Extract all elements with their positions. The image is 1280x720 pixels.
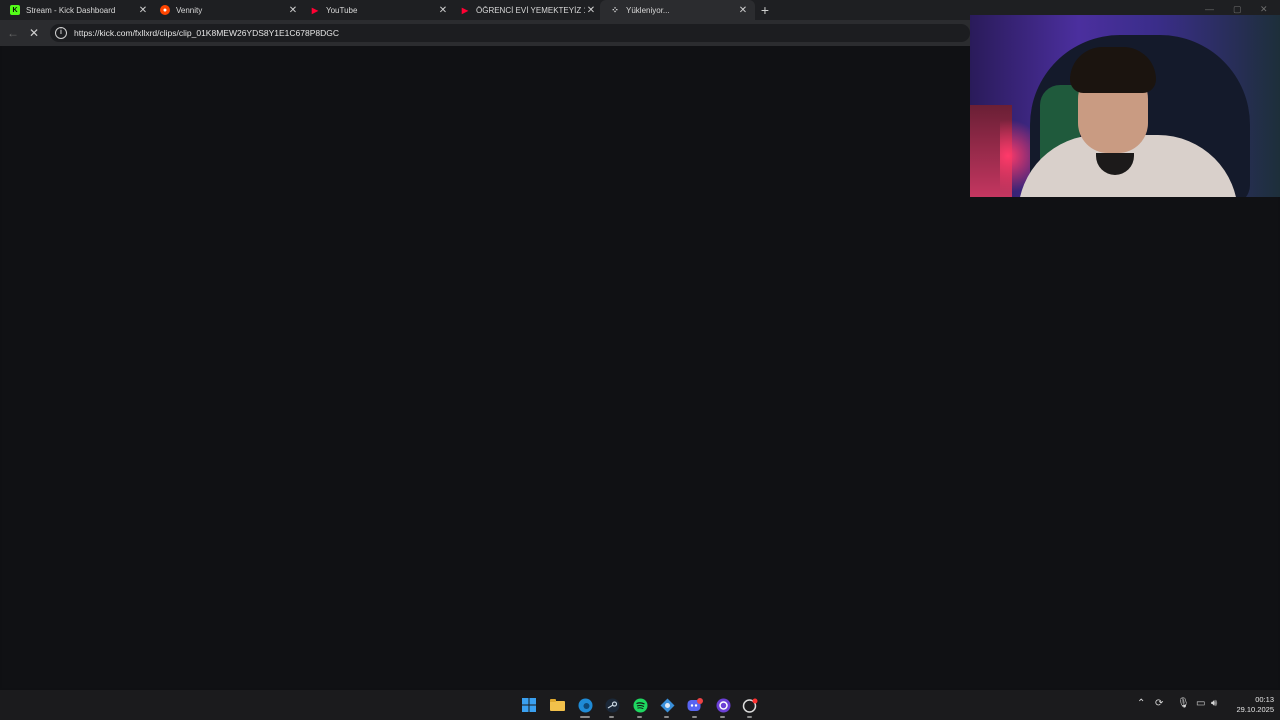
- running-app-indicator: [637, 716, 642, 718]
- active-app-indicator: [580, 716, 590, 718]
- stop-loading-icon[interactable]: ✕: [25, 24, 43, 42]
- close-window-icon[interactable]: ✕: [1260, 4, 1268, 15]
- tab-close-button[interactable]: ✕: [585, 5, 597, 16]
- kick-icon: K: [10, 5, 20, 15]
- youtube-icon: ▶: [311, 5, 319, 15]
- tab-title: Stream - Kick Dashboard: [26, 5, 116, 15]
- webcam-overlay: [970, 15, 1280, 197]
- tab-title: ÖĞRENCİ EVİ YEMEKTEYİZ 1. BÖ: [476, 5, 585, 15]
- tab-loading[interactable]: ⁘ Yükleniyor... ✕: [600, 0, 755, 20]
- system-clock[interactable]: 00:13 29.10.2025: [1226, 695, 1274, 715]
- tab-ogrenci-evi[interactable]: ▶ ÖĞRENCİ EVİ YEMEKTEYİZ 1. BÖ ✕: [450, 0, 603, 20]
- discord-icon[interactable]: [687, 697, 703, 713]
- network-icon[interactable]: ▭: [1196, 698, 1205, 709]
- sync-icon[interactable]: ⟳: [1155, 698, 1163, 709]
- spotify-icon[interactable]: [632, 697, 648, 713]
- url-text[interactable]: https://kick.com/fxllxrd/clips/clip_01K8…: [74, 28, 339, 38]
- steam-icon[interactable]: [604, 697, 620, 713]
- windows-start-icon[interactable]: [521, 697, 537, 713]
- loading-icon: ⁘: [611, 4, 619, 15]
- file-explorer-icon[interactable]: [549, 697, 565, 713]
- tab-close-button[interactable]: ✕: [287, 5, 299, 16]
- running-app-indicator: [692, 716, 697, 718]
- back-arrow-icon[interactable]: ←: [4, 24, 22, 42]
- tab-title: Yükleniyor...: [626, 5, 670, 15]
- youtube-icon: ▶: [461, 5, 469, 15]
- app-icon[interactable]: [742, 697, 758, 713]
- show-hidden-icons-chevron-icon[interactable]: ⌃: [1137, 698, 1145, 709]
- site-info-icon[interactable]: i: [55, 27, 67, 39]
- clock-date: 29.10.2025: [1236, 705, 1274, 714]
- webcam-person-hair: [1070, 47, 1156, 93]
- network-app-icon[interactable]: [659, 697, 675, 713]
- tab-close-button[interactable]: ✕: [437, 5, 449, 16]
- new-tab-button[interactable]: +: [758, 2, 772, 18]
- tab-title: YouTube: [326, 5, 358, 15]
- edge-icon[interactable]: [577, 697, 593, 713]
- reddit-icon: ●: [160, 5, 170, 15]
- minimize-icon[interactable]: —: [1205, 4, 1214, 14]
- volume-icon[interactable]: 🔊︎: [1211, 698, 1217, 709]
- tab-close-button[interactable]: ✕: [737, 5, 749, 16]
- taskbar: ⌃ ⟳ 🎙︎ ▭ 🔊︎ 00:13 29.10.2025: [0, 690, 1280, 720]
- microphone-icon[interactable]: 🎙︎: [1177, 698, 1190, 709]
- tab-youtube[interactable]: ▶ YouTube ✕: [300, 0, 455, 20]
- clock-time: 00:13: [1255, 695, 1274, 704]
- tab-title: Vennity: [176, 5, 203, 15]
- obs-icon[interactable]: [715, 697, 731, 713]
- tab-close-button[interactable]: ✕: [137, 5, 149, 16]
- address-bar[interactable]: i https://kick.com/fxllxrd/clips/clip_01…: [50, 24, 970, 42]
- running-app-indicator: [720, 716, 725, 718]
- tab-vennity[interactable]: ● Vennity ✕: [150, 0, 305, 20]
- running-app-indicator: [664, 716, 669, 718]
- tab-kick-dashboard[interactable]: K Stream - Kick Dashboard ✕: [0, 0, 155, 20]
- running-app-indicator: [609, 716, 614, 718]
- maximize-icon[interactable]: ▢: [1233, 4, 1242, 15]
- running-app-indicator: [747, 716, 752, 718]
